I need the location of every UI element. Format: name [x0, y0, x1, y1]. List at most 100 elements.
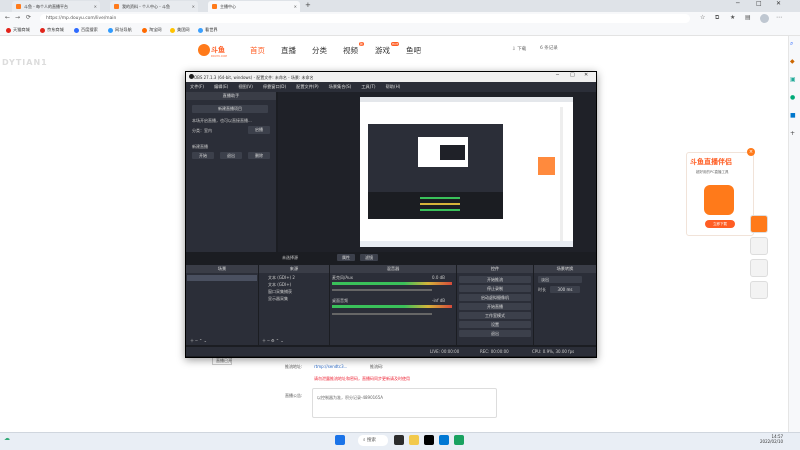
source-item[interactable]: 文本 (GDI+) 2 [268, 275, 295, 281]
transitions-header: 场景转换 [534, 265, 596, 273]
menu-scene-collection[interactable]: 场景集合(S) [329, 84, 352, 90]
start-broadcast-button[interactable]: 启播 [248, 126, 270, 134]
preview-screen[interactable] [360, 97, 573, 247]
bookmark-item[interactable]: 百度搜索 [74, 27, 98, 33]
rec-status: REC: 00:00:00 [480, 349, 509, 354]
weather-icon[interactable]: ☁ [4, 435, 10, 442]
app-taskbar-icon[interactable] [454, 435, 464, 445]
home-icon[interactable] [750, 237, 768, 255]
nav-home[interactable]: 首页 [250, 45, 265, 56]
extensions-icon[interactable]: ⧉ [715, 14, 719, 22]
transition-select[interactable]: 淡出 [538, 276, 582, 283]
more-icon[interactable]: ⋯ [776, 14, 782, 21]
properties-button[interactable]: 属性 [337, 254, 355, 261]
volume-slider[interactable] [332, 289, 432, 291]
download-button[interactable]: ⇩ 下载 [512, 46, 526, 52]
control-button[interactable]: 设置 [459, 321, 531, 328]
collections-icon[interactable]: ▤ [745, 14, 751, 21]
menu-file[interactable]: 文件(F) [190, 84, 204, 90]
maximize-icon[interactable]: □ [756, 0, 762, 7]
close-icon[interactable]: ✕ [94, 4, 97, 9]
start-button[interactable]: 开始 [192, 152, 214, 159]
exit-button[interactable]: 退出 [220, 152, 242, 159]
menu-tools[interactable]: 工具(T) [361, 84, 375, 90]
close-window-icon[interactable]: ✕ [776, 0, 781, 7]
refresh-icon[interactable]: ⟳ [26, 14, 31, 21]
headset-icon[interactable] [750, 281, 768, 299]
edge-taskbar-icon[interactable] [439, 435, 449, 445]
menu-help[interactable]: 帮助(H) [386, 84, 401, 90]
cast-icon[interactable] [750, 259, 768, 277]
office-icon[interactable]: ■ [790, 112, 796, 119]
explorer-icon[interactable] [409, 435, 419, 445]
new-tab-button[interactable]: + [305, 1, 311, 9]
ad-download-button[interactable]: 立即下载 [705, 220, 735, 228]
nav-game[interactable]: 游戏 [375, 45, 390, 56]
control-button[interactable]: 停止录制 [459, 285, 531, 292]
games-icon[interactable]: ● [790, 94, 795, 101]
close-icon[interactable]: ✕ [192, 4, 195, 9]
bookmark-item[interactable]: 美团网 [170, 27, 190, 33]
source-item[interactable]: 显示器采集 [268, 296, 288, 302]
favorites-icon[interactable]: ★ [730, 14, 735, 21]
bookmark-item[interactable]: 天猫商城 [6, 27, 30, 33]
windows-start-icon[interactable] [335, 435, 345, 445]
new-project-button[interactable]: 新建直播项目 [192, 105, 268, 113]
taskbar-search[interactable]: ⌕ 搜索 [358, 435, 388, 446]
clock[interactable]: 14:57 2022/02/10 [760, 434, 783, 444]
close-icon[interactable]: ✕ [584, 72, 588, 78]
duration-input[interactable]: 300 ms [550, 286, 580, 293]
tab-anchor-center[interactable]: 主播中心 ✕ [208, 1, 300, 12]
bookmark-item[interactable]: 京东商城 [40, 27, 64, 33]
bookmark-item[interactable]: 网址导航 [108, 27, 132, 33]
obs-taskbar-icon[interactable] [424, 435, 434, 445]
control-button[interactable]: 工作室模式 [459, 312, 531, 319]
shopping-icon[interactable]: ◆ [790, 58, 795, 65]
nav-category[interactable]: 分类 [312, 45, 327, 56]
scene-toolbar[interactable]: ＋ ─ ⌃ ⌄ [190, 338, 207, 344]
control-button[interactable]: 开始直播 [459, 303, 531, 310]
menu-view[interactable]: 视图(V) [238, 84, 253, 90]
nav-video[interactable]: 视频 [343, 45, 358, 56]
minimize-icon[interactable]: ─ [556, 72, 559, 78]
delete-button[interactable]: 删除 [248, 152, 270, 159]
add-icon[interactable]: + [790, 130, 795, 137]
control-button[interactable]: 启动虚拟摄像机 [459, 294, 531, 301]
source-toolbar[interactable]: ＋ ─ ⚙ ⌃ ⌄ [262, 338, 284, 344]
nav-live[interactable]: 直播 [281, 45, 296, 56]
star-icon[interactable]: ☆ [700, 14, 705, 21]
play-icon[interactable] [750, 215, 768, 233]
ad-close-icon[interactable]: × [747, 148, 755, 156]
close-icon[interactable]: ✕ [294, 4, 297, 9]
minimize-icon[interactable]: ─ [736, 0, 740, 7]
notice-label: 直播公告: [285, 393, 303, 398]
scene-item[interactable] [187, 275, 257, 281]
control-button[interactable]: 退出 [459, 330, 531, 337]
bookmark-item[interactable]: 淘宝网 [142, 27, 162, 33]
url-input[interactable]: https://mp.douyu.com/live/main [40, 14, 690, 23]
nav-fishbar[interactable]: 鱼吧 [406, 45, 421, 56]
forward-icon[interactable]: → [15, 14, 20, 21]
tab-douyu-home[interactable]: 斗鱼 - 每个人的直播平台 ✕ [12, 1, 100, 12]
notice-textarea[interactable]: 以控制器为准，积分记录-4890165A [312, 388, 497, 418]
bookmark-item[interactable]: 看世界 [198, 27, 218, 33]
menu-edit[interactable]: 编辑(E) [214, 84, 228, 90]
source-item[interactable]: 窗口采集捕获 [268, 289, 292, 295]
profile-avatar[interactable] [760, 14, 769, 23]
back-icon[interactable]: ← [5, 14, 10, 21]
filters-button[interactable]: 滤镜 [360, 254, 378, 261]
source-item[interactable]: 文本 (GDI+) [268, 282, 291, 288]
control-button[interactable]: 开始推流 [459, 276, 531, 283]
bookmark-icon [108, 27, 113, 33]
volume-slider[interactable] [332, 313, 432, 315]
menu-profile[interactable]: 配置文件(P) [296, 84, 319, 90]
taskview-icon[interactable] [394, 435, 404, 445]
search-icon[interactable]: ⌕ [790, 40, 793, 48]
tools-icon[interactable]: ▣ [790, 76, 796, 83]
maximize-icon[interactable]: □ [570, 72, 575, 78]
tab-profile[interactable]: 我的资料 - 个人中心 - 斗鱼 ✕ [110, 1, 198, 12]
user-records[interactable]: 6 条记录 [540, 45, 558, 51]
douyu-logo[interactable]: 斗鱼 DOUYU.COM [197, 42, 231, 58]
menu-docks[interactable]: 停靠窗口(D) [263, 84, 286, 90]
stream-url-value[interactable]: rtmp://sendtc3... [314, 364, 347, 369]
